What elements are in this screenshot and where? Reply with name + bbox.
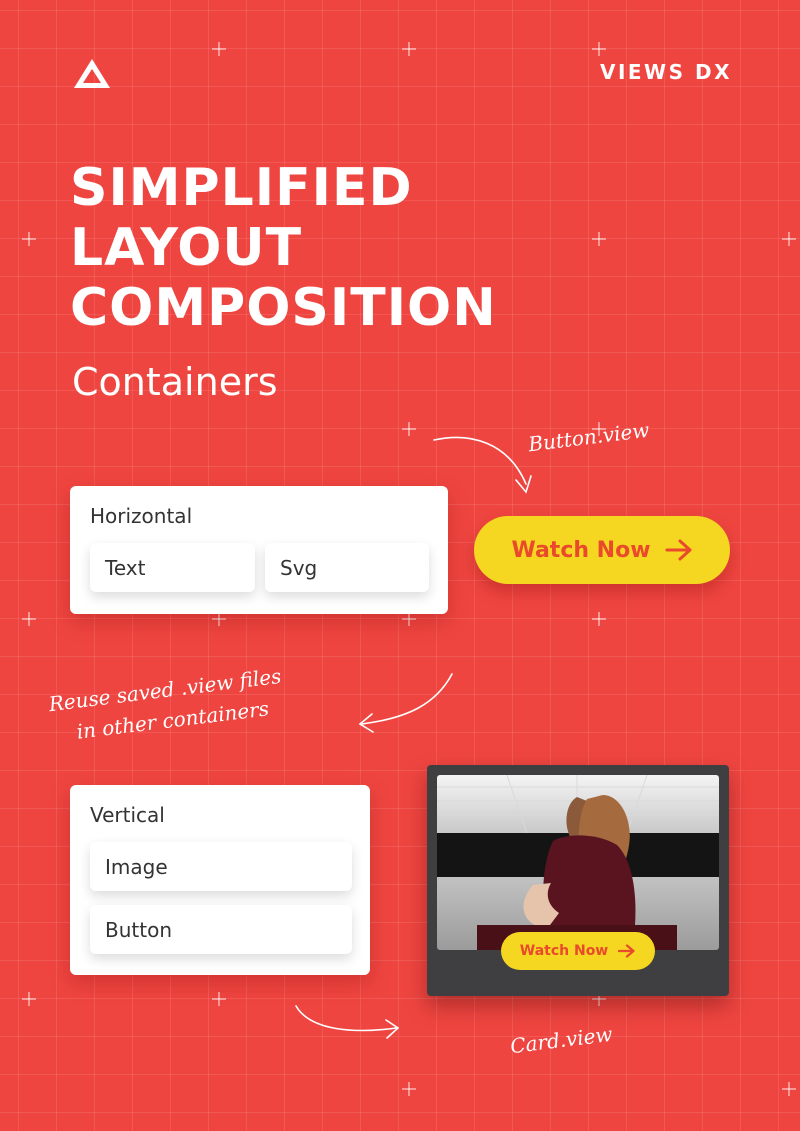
curved-arrow-doodle [295,1005,400,1039]
page-subtitle: Containers [72,360,278,404]
title-line: COMPOSITION [70,278,497,338]
grid-marker [22,992,36,1006]
vertical-container[interactable]: Vertical Image Button [70,785,370,975]
brand-name: VIEWS DX [599,60,732,84]
button-view-note: Button.view [526,417,651,457]
grid-marker [402,1082,416,1096]
button-label: Watch Now [519,943,609,959]
page-title: SIMPLIFIED LAYOUT COMPOSITION [70,158,497,338]
svg-item[interactable]: Svg [265,543,429,592]
grid-marker [402,422,416,436]
watch-now-button[interactable]: Watch Now [474,516,730,584]
button-label: Watch Now [511,537,651,563]
grid-marker [402,612,416,626]
arrow-right-icon [618,944,635,958]
grid-marker [212,612,226,626]
grid-marker [782,1082,796,1096]
card-watch-now-button[interactable]: Watch Now [501,932,655,970]
horizontal-container[interactable]: Horizontal Text Svg [70,486,448,614]
grid-marker [782,232,796,246]
container-label: Vertical [90,803,165,827]
title-line: SIMPLIFIED [70,158,413,218]
card-photo [437,775,719,950]
grid-marker [212,992,226,1006]
grid-marker [22,232,36,246]
grid-marker [592,42,606,56]
arrow-right-icon [665,539,692,561]
title-line: LAYOUT [70,218,303,278]
triangle-logo-icon [74,59,110,88]
grid-marker [592,612,606,626]
grid-marker [22,612,36,626]
card-view-note: Card.view [508,1021,614,1059]
button-item[interactable]: Button [90,905,352,954]
text-item[interactable]: Text [90,543,255,592]
grid-marker [402,42,416,56]
curved-arrow-doodle [358,673,453,733]
container-label: Horizontal [90,504,193,528]
grid-marker [212,42,226,56]
grid-marker [592,232,606,246]
card-view[interactable]: Watch Now [427,765,729,996]
image-item[interactable]: Image [90,842,352,891]
